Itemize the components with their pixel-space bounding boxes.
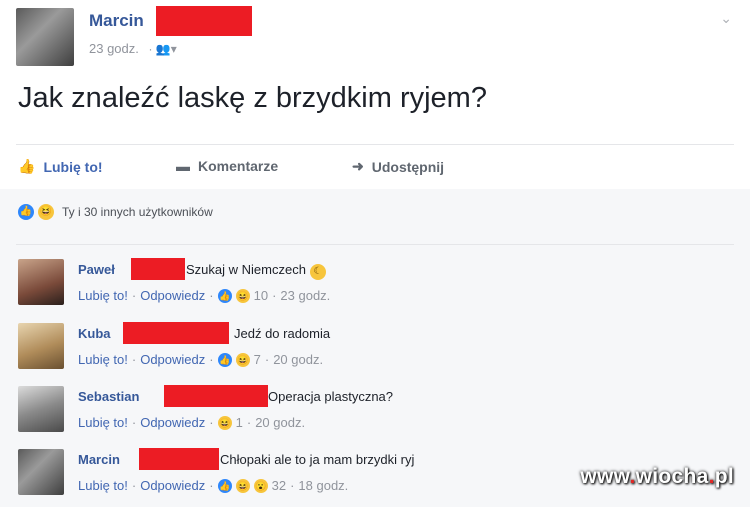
- reaction-count[interactable]: 7: [254, 352, 261, 367]
- comment: Paweł Szukaj w Niemczech ☾ Lubię to! · Od…: [0, 256, 750, 314]
- comment-text: Chłopaki ale to ja mam brzydki ryj: [220, 452, 415, 467]
- comment: Kuba Jedź do radomia Lubię to! · Odpowie…: [0, 320, 750, 378]
- comment-time[interactable]: 20 godz.: [273, 352, 323, 367]
- haha-reaction-icon: 😆: [38, 204, 54, 220]
- haha-reaction-icon: 😆: [235, 478, 250, 493]
- share-button[interactable]: ➜ Udostępnij: [352, 158, 444, 175]
- reactions-text: Ty i 30 innych użytkowników: [62, 205, 213, 219]
- comment-time[interactable]: 20 godz.: [255, 415, 305, 430]
- comment-reply-link[interactable]: Odpowiedz: [140, 415, 205, 430]
- comment-reply-link[interactable]: Odpowiedz: [140, 352, 205, 367]
- wow-reaction-icon: 😮: [253, 478, 268, 493]
- comment-meta: Lubię to! · Odpowiedz · 👍 😆 10 · 23 godz…: [78, 288, 331, 303]
- comment-time[interactable]: 18 godz.: [298, 478, 348, 493]
- divider: [16, 244, 734, 245]
- comment-label: Komentarze: [198, 158, 279, 174]
- post-meta: 23 godz. · 👥▾: [89, 41, 177, 56]
- comment-text: Jedź do radomia: [234, 326, 331, 341]
- comment-like-link[interactable]: Lubię to!: [78, 352, 128, 367]
- avatar[interactable]: [18, 259, 64, 305]
- reactions-summary[interactable]: 👍 😆 Ty i 30 innych użytkowników: [18, 204, 213, 220]
- comment-time[interactable]: 23 godz.: [280, 288, 330, 303]
- comment-meta: Lubię to! · Odpowiedz · 👍 😆 😮 32 · 18 go…: [78, 478, 349, 493]
- comment-reply-link[interactable]: Odpowiedz: [140, 478, 205, 493]
- haha-reaction-icon: 😆: [217, 415, 232, 430]
- comment-meta: Lubię to! · Odpowiedz · 👍 😆 7 · 20 godz.: [78, 352, 324, 367]
- comment: Sebastian Operacja plastyczna? Lubię to!…: [0, 383, 750, 441]
- divider: [16, 144, 734, 145]
- redaction-bar: [131, 258, 185, 280]
- comment-author[interactable]: Sebastian: [78, 389, 139, 404]
- avatar[interactable]: [18, 323, 64, 369]
- comment-like-link[interactable]: Lubię to!: [78, 415, 128, 430]
- comment-like-link[interactable]: Lubię to!: [78, 478, 128, 493]
- haha-reaction-icon: 😆: [235, 352, 250, 367]
- comment-button[interactable]: ▬ Komentarze: [176, 158, 278, 174]
- redaction-bar: [139, 448, 219, 470]
- post-text: Jak znaleźć laskę z brzydkim ryjem?: [18, 82, 487, 114]
- watermark: www.wiocha.pl: [580, 465, 734, 488]
- comment-icon: ▬: [176, 158, 190, 174]
- like-reaction-icon: 👍: [217, 478, 232, 493]
- like-reaction-icon: 👍: [18, 204, 34, 220]
- comment-like-link[interactable]: Lubię to!: [78, 288, 128, 303]
- comment-text: Szukaj w Niemczech ☾: [186, 262, 326, 280]
- like-reaction-icon: 👍: [217, 352, 232, 367]
- redaction-bar: [123, 322, 229, 344]
- comment-author[interactable]: Kuba: [78, 326, 111, 341]
- thumbs-up-icon: 👍: [18, 158, 36, 174]
- haha-reaction-icon: 😆: [235, 288, 250, 303]
- moon-emoji-icon: ☾: [309, 264, 326, 280]
- action-bar: 👍 Lubię to! ▬ Komentarze ➜ Udostępnij: [0, 148, 750, 184]
- comment-author[interactable]: Paweł: [78, 262, 115, 277]
- avatar[interactable]: [16, 8, 74, 66]
- chevron-down-icon[interactable]: ⌄: [720, 10, 732, 27]
- author-name[interactable]: Marcin: [89, 11, 144, 31]
- like-reaction-icon: 👍: [217, 288, 232, 303]
- comment-author[interactable]: Marcin: [78, 452, 120, 467]
- like-button[interactable]: 👍 Lubię to!: [18, 158, 103, 175]
- share-icon: ➜: [352, 158, 364, 174]
- comment-reply-link[interactable]: Odpowiedz: [140, 288, 205, 303]
- post-time[interactable]: 23 godz.: [89, 41, 139, 56]
- friends-icon[interactable]: · 👥▾: [149, 42, 177, 56]
- reaction-count[interactable]: 10: [254, 288, 268, 303]
- avatar[interactable]: [18, 386, 64, 432]
- reaction-count[interactable]: 1: [236, 415, 243, 430]
- reaction-count[interactable]: 32: [272, 478, 286, 493]
- avatar[interactable]: [18, 449, 64, 495]
- post-header: Marcin 23 godz. · 👥▾ ⌄: [0, 0, 750, 72]
- comment-text: Operacja plastyczna?: [268, 389, 394, 404]
- comment-meta: Lubię to! · Odpowiedz · 😆 1 · 20 godz.: [78, 415, 306, 430]
- like-label: Lubię to!: [43, 158, 103, 175]
- redaction-bar: [164, 385, 268, 407]
- share-label: Udostępnij: [371, 158, 445, 175]
- redaction-bar: [156, 6, 252, 36]
